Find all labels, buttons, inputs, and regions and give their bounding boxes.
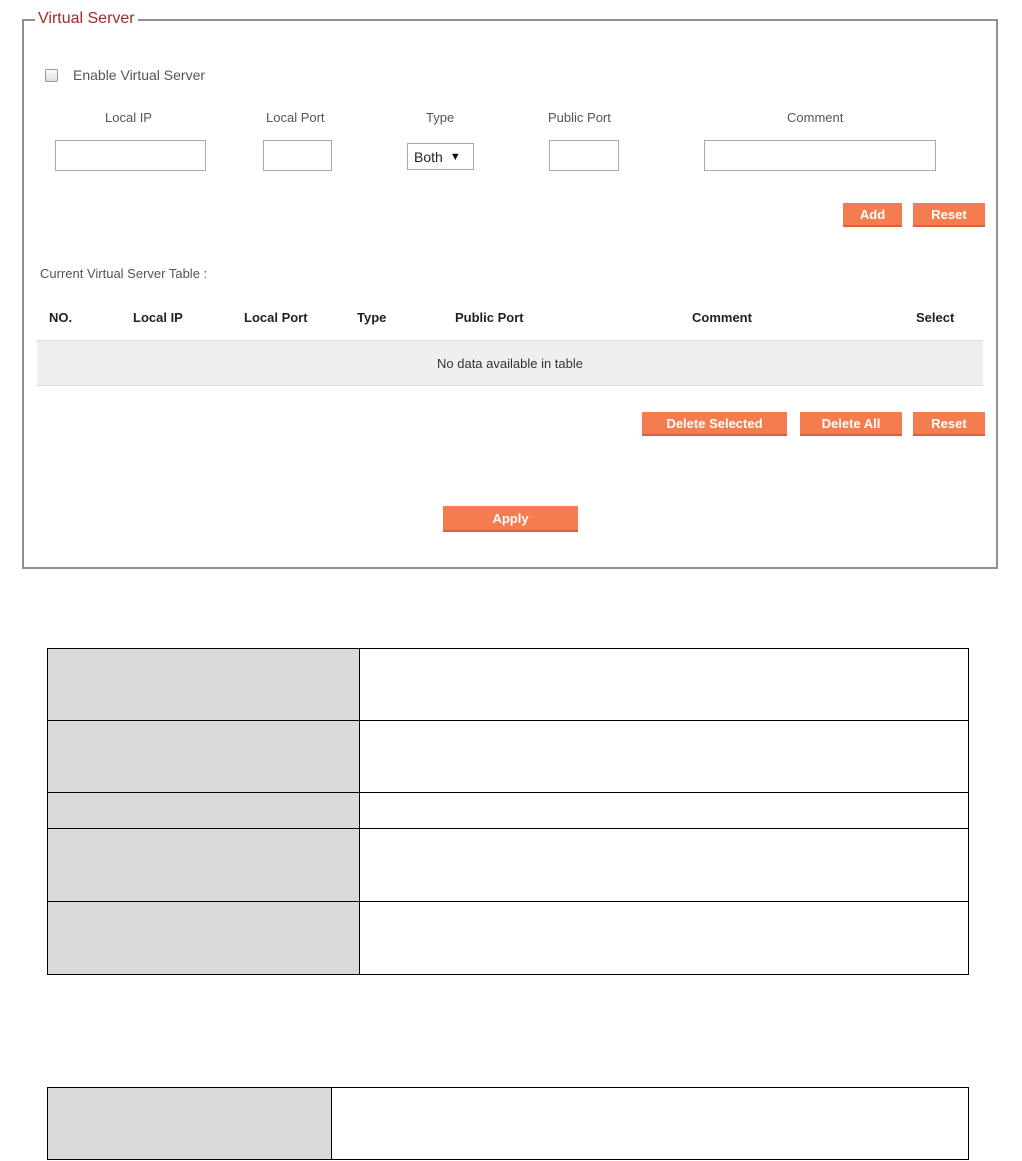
description-value-cell [359,648,969,721]
description-row [47,792,969,829]
delete-all-button[interactable]: Delete All [800,412,902,436]
description-row [47,1087,969,1160]
enable-virtual-server-label: Enable Virtual Server [73,67,206,83]
table-empty-row: No data available in table [37,340,983,386]
enable-virtual-server-row[interactable]: Enable Virtual Server [45,66,205,84]
description-key-cell [47,901,360,975]
local-port-label: Local Port [266,110,325,125]
public-port-label: Public Port [548,110,611,125]
th-local-ip: Local IP [133,310,183,325]
description-value-cell [359,901,969,975]
th-local-port: Local Port [244,310,308,325]
type-label: Type [426,110,455,125]
th-comment: Comment [692,310,752,325]
table-reset-button[interactable]: Reset [913,412,985,436]
description-table-2 [47,1087,969,1160]
description-value-cell [359,828,969,902]
local-ip-input[interactable] [55,140,206,171]
comment-input[interactable] [704,140,936,171]
public-port-input[interactable] [549,140,619,171]
description-key-cell [47,792,360,829]
reset-button[interactable]: Reset [913,203,985,227]
local-port-input[interactable] [263,140,332,171]
comment-label: Comment [787,110,844,125]
delete-selected-button[interactable]: Delete Selected [642,412,787,436]
apply-button[interactable]: Apply [443,506,578,532]
local-ip-label: Local IP [105,110,152,125]
th-type: Type [357,310,387,325]
description-key-cell [47,1087,332,1160]
description-key-cell [47,828,360,902]
description-value-cell [331,1087,969,1160]
panel-legend: Virtual Server [35,8,138,30]
description-row [47,828,969,902]
table-caption: Current Virtual Server Table : [40,266,208,281]
add-button[interactable]: Add [843,203,902,227]
description-value-cell [359,792,969,829]
th-no: NO. [49,310,73,325]
enable-virtual-server-checkbox[interactable] [45,68,58,82]
description-row [47,720,969,793]
description-key-cell [47,648,360,721]
description-row [47,648,969,721]
th-public-port: Public Port [455,310,524,325]
description-value-cell [359,720,969,793]
empty-table-text: No data available in table [437,355,583,371]
type-select-value: Both [414,148,443,165]
dropdown-arrow-icon: ▼ [449,150,461,163]
virtual-server-panel [22,19,998,569]
th-select: Select [916,310,955,325]
description-key-cell [47,720,360,793]
description-row [47,901,969,975]
description-table [47,648,969,975]
type-select[interactable]: Both ▼ [407,143,474,170]
